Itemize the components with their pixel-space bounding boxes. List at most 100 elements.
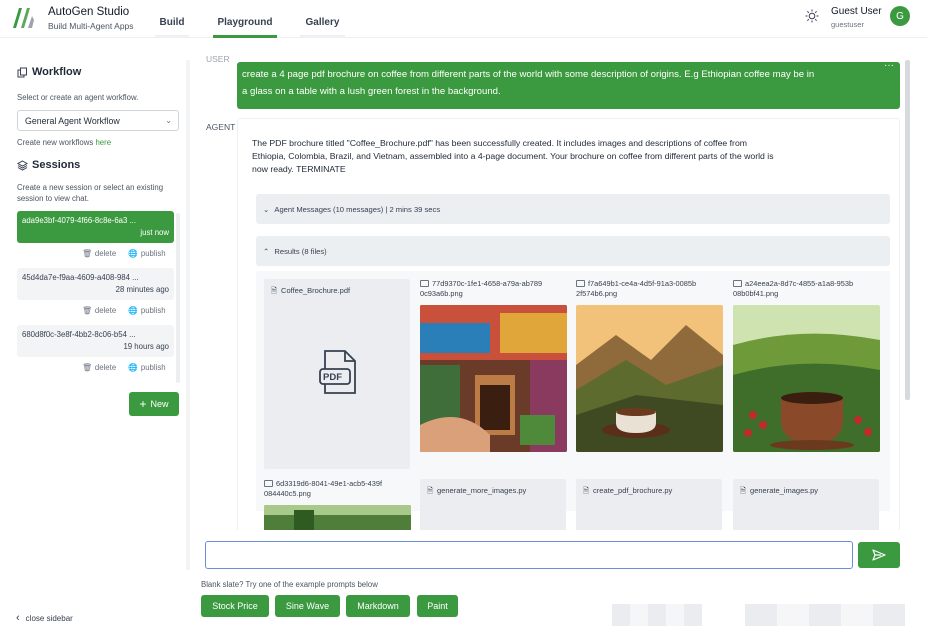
prompt-stock-price-button[interactable]: Stock Price: [201, 595, 269, 617]
results-accordion[interactable]: ⌃ Results (8 files): [256, 236, 890, 266]
user-message-line: create a 4 page pdf brochure on coffee f…: [242, 69, 815, 80]
tab-playground[interactable]: Playground: [213, 17, 277, 38]
publish-label: publish: [140, 249, 166, 258]
coffee-plantation-image[interactable]: [733, 305, 880, 452]
chat-area: USER create a 4 page pdf brochure on cof…: [197, 40, 911, 530]
publish-button[interactable]: 🌐 publish: [128, 363, 165, 372]
autogen-logo-icon[interactable]: [11, 6, 35, 28]
delete-button[interactable]: 🗑 delete: [82, 363, 116, 372]
py-file-card[interactable]: 🗎 create_pdf_brochure.py: [576, 479, 722, 530]
pdf-file-label: Coffee_Brochure.pdf: [281, 286, 351, 295]
new-button-label: New: [150, 399, 169, 409]
delete-button[interactable]: 🗑 delete: [82, 249, 116, 258]
session-id: 680d8f0c-3e8f-4bb2-8c06-b54 ...: [22, 330, 136, 339]
send-button[interactable]: [858, 542, 900, 568]
delete-button[interactable]: 🗑 delete: [82, 306, 116, 315]
sessions-description-2: session to view chat.: [17, 194, 89, 203]
create-workflows-text: Create new workflows here: [17, 137, 111, 148]
py-file-label: create_pdf_brochure.py: [593, 486, 673, 495]
py-file-label: generate_more_images.py: [437, 486, 527, 495]
copy-icon: [17, 67, 27, 77]
chevron-left-icon: ‹: [16, 612, 20, 624]
image-icon: [733, 280, 742, 287]
coffee-forest-image[interactable]: [264, 505, 411, 530]
publish-button[interactable]: 🌐 publish: [128, 306, 165, 315]
session-id: 45d4da7e-f9aa-4609-a408-984 ...: [22, 273, 139, 282]
delete-label: delete: [94, 306, 117, 315]
avatar[interactable]: G: [890, 6, 910, 26]
pdf-file-card[interactable]: 🗎 Coffee_Brochure.pdf PDF: [264, 279, 410, 469]
sessions-heading: Sessions: [17, 159, 80, 171]
workflow-heading: Workflow: [17, 66, 81, 78]
py-file-label: generate_images.py: [750, 486, 818, 495]
image-name-line: 0c93a6b.png: [420, 289, 463, 298]
image-name-line: 77d9370c-1fe1-4658-a79a-ab789: [432, 279, 543, 288]
agent-message: The PDF brochure titled "Coffee_Brochure…: [237, 118, 900, 530]
prompt-sine-wave-button[interactable]: Sine Wave: [275, 595, 340, 617]
agent-message-line: now ready. TERMINATE: [252, 164, 346, 174]
create-workflows-link[interactable]: here: [95, 138, 111, 147]
app-header: AutoGen Studio Build Multi-Agent Apps Bu…: [0, 0, 927, 38]
pdf-file-name: 🗎 Coffee_Brochure.pdf: [271, 286, 350, 296]
image-icon: [264, 480, 273, 487]
delete-label: delete: [94, 249, 117, 258]
prompt-markdown-button[interactable]: Markdown: [346, 595, 410, 617]
user-message: create a 4 page pdf brochure on coffee f…: [237, 60, 900, 109]
close-sidebar-button[interactable]: ‹ close sidebar: [16, 612, 73, 624]
sessions-scrollbar[interactable]: [176, 213, 180, 383]
results-panel: 🗎 Coffee_Brochure.pdf PDF 77d9370c-1fe1-…: [256, 271, 890, 530]
image-name-line: 084440c5.png: [264, 489, 311, 498]
agent-messages-accordion[interactable]: ⌄ Agent Messages (10 messages) | 2 mins …: [256, 194, 890, 224]
image-name-line: 6d3319d6-8041-49e1-acb5-439f: [276, 479, 383, 488]
workflow-select[interactable]: General Agent Workflow ⌄: [17, 110, 179, 131]
create-workflows-label: Create new workflows: [17, 138, 94, 147]
agent-label: AGENT: [206, 122, 236, 132]
sidebar-divider: [186, 60, 190, 570]
image-icon: [420, 280, 429, 287]
publish-label: publish: [140, 306, 166, 315]
session-item[interactable]: ada9e3bf-4079-4f66-8c8e-6a3 ... just now: [17, 211, 174, 243]
workflow-select-value: General Agent Workflow: [25, 116, 120, 126]
chat-input[interactable]: [205, 541, 853, 569]
trash-icon: 🗑: [82, 306, 92, 315]
prompt-paint-button[interactable]: Paint: [417, 595, 458, 617]
new-session-button[interactable]: + New: [129, 392, 179, 416]
file-icon: 🗎: [583, 486, 590, 495]
coffee-mountain-image[interactable]: [576, 305, 723, 452]
session-actions: 🗑 delete 🌐 publish: [82, 363, 166, 372]
globe-icon: 🌐: [128, 306, 138, 315]
session-item[interactable]: 45d4da7e-f9aa-4609-a408-984 ... 28 minut…: [17, 268, 174, 300]
agent-messages-label: Agent Messages (10 messages) | 2 mins 39…: [274, 204, 441, 214]
image-name-line: f7a649b1-ce4a-4d5f-91a3-0085b: [588, 279, 697, 288]
image-icon: [576, 280, 585, 287]
tab-build[interactable]: Build: [155, 17, 189, 38]
results-label: Results (8 files): [274, 246, 327, 256]
tab-gallery[interactable]: Gallery: [300, 17, 345, 38]
trash-icon: 🗑: [82, 363, 92, 372]
session-id: ada9e3bf-4079-4f66-8c8e-6a3 ...: [22, 216, 137, 225]
session-item[interactable]: 680d8f0c-3e8f-4bb2-8c06-b54 ... 19 hours…: [17, 325, 174, 357]
sidebar: Workflow Select or create an agent workf…: [0, 38, 190, 626]
app-title: AutoGen Studio: [48, 6, 130, 18]
image-file-name: a24eea2a-8d7c-4855-a1a8-953b 08b0bf41.pn…: [733, 279, 883, 299]
py-file-card[interactable]: 🗎 generate_more_images.py: [420, 479, 566, 530]
image-file-name: 6d3319d6-8041-49e1-acb5-439f 084440c5.pn…: [264, 479, 414, 499]
coffee-market-image[interactable]: [420, 305, 567, 452]
py-file-card[interactable]: 🗎 generate_images.py: [733, 479, 879, 530]
theme-toggle-sun-icon[interactable]: [805, 9, 819, 23]
session-actions: 🗑 delete 🌐 publish: [82, 306, 166, 315]
agent-message-line: The PDF brochure titled "Coffee_Brochure…: [252, 138, 748, 148]
chevron-down-icon: ⌄: [165, 116, 172, 125]
chat-scrollbar[interactable]: [905, 60, 910, 400]
user-email: guestuser: [831, 20, 864, 29]
publish-button[interactable]: 🌐 publish: [128, 249, 165, 258]
session-actions: 🗑 delete 🌐 publish: [82, 249, 166, 258]
file-icon: 🗎: [271, 286, 278, 295]
send-icon: [872, 549, 886, 561]
sessions-description-1: Create a new session or select an existi…: [17, 183, 164, 192]
example-prompts-hint: Blank slate? Try one of the example prom…: [201, 580, 378, 589]
close-sidebar-label: close sidebar: [25, 613, 73, 623]
more-options-icon[interactable]: ···: [884, 58, 894, 75]
workflow-description: Select or create an agent workflow.: [17, 93, 139, 102]
app-subtitle: Build Multi-Agent Apps: [48, 21, 134, 31]
